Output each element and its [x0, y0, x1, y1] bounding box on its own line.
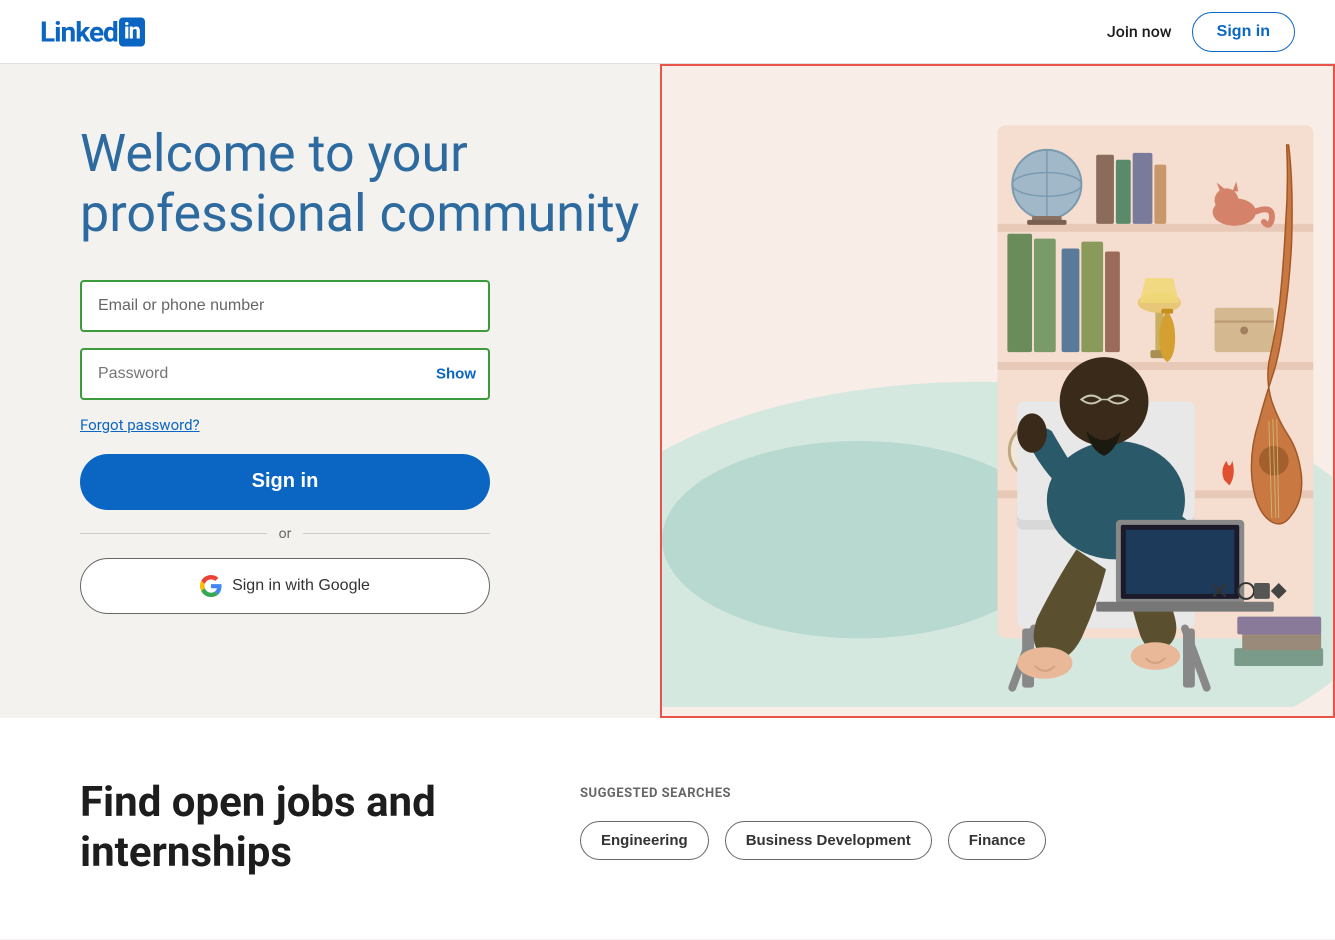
- or-text: or: [279, 526, 292, 542]
- google-icon: [200, 575, 222, 597]
- suggested-tags: Engineering Business Development Finance: [580, 821, 1255, 860]
- sign-in-main-button[interactable]: Sign in: [80, 454, 490, 510]
- svg-text:✕: ✕: [1210, 577, 1230, 605]
- bottom-title: Find open jobs and internships: [80, 778, 500, 879]
- logo[interactable]: Linked in: [40, 15, 145, 48]
- or-line-left: [80, 533, 267, 534]
- nav-actions: Join now Sign in: [1107, 12, 1295, 52]
- google-sign-in-button[interactable]: Sign in with Google: [80, 558, 490, 614]
- password-group: Show: [80, 348, 660, 400]
- logo-text: Linked: [40, 15, 118, 48]
- bottom-left: Find open jobs and internships: [80, 778, 500, 879]
- email-group: [80, 280, 660, 332]
- sign-in-nav-button[interactable]: Sign in: [1192, 12, 1295, 52]
- email-input[interactable]: [80, 280, 490, 332]
- hero-section: Welcome to your professional community S…: [0, 64, 1335, 718]
- hero-illustration: ✕: [660, 64, 1335, 718]
- google-btn-label: Sign in with Google: [232, 577, 370, 595]
- bottom-right: SUGGESTED SEARCHES Engineering Business …: [580, 778, 1255, 860]
- bottom-section: Find open jobs and internships SUGGESTED…: [0, 718, 1335, 939]
- logo-in: in: [119, 17, 145, 46]
- hero-left: Welcome to your professional community S…: [0, 64, 660, 674]
- navbar: Linked in Join now Sign in: [0, 0, 1335, 64]
- or-line-right: [303, 533, 490, 534]
- suggested-label: SUGGESTED SEARCHES: [580, 786, 1255, 801]
- password-input[interactable]: [80, 348, 490, 400]
- password-wrapper: Show: [80, 348, 490, 400]
- tag-engineering[interactable]: Engineering: [580, 821, 709, 860]
- tag-business-development[interactable]: Business Development: [725, 821, 932, 860]
- join-now-link[interactable]: Join now: [1107, 22, 1172, 41]
- show-password-button[interactable]: Show: [436, 365, 476, 382]
- or-divider: or: [80, 526, 490, 542]
- tag-finance[interactable]: Finance: [948, 821, 1047, 860]
- forgot-password-link[interactable]: Forgot password?: [80, 416, 660, 434]
- hero-title: Welcome to your professional community: [80, 124, 660, 244]
